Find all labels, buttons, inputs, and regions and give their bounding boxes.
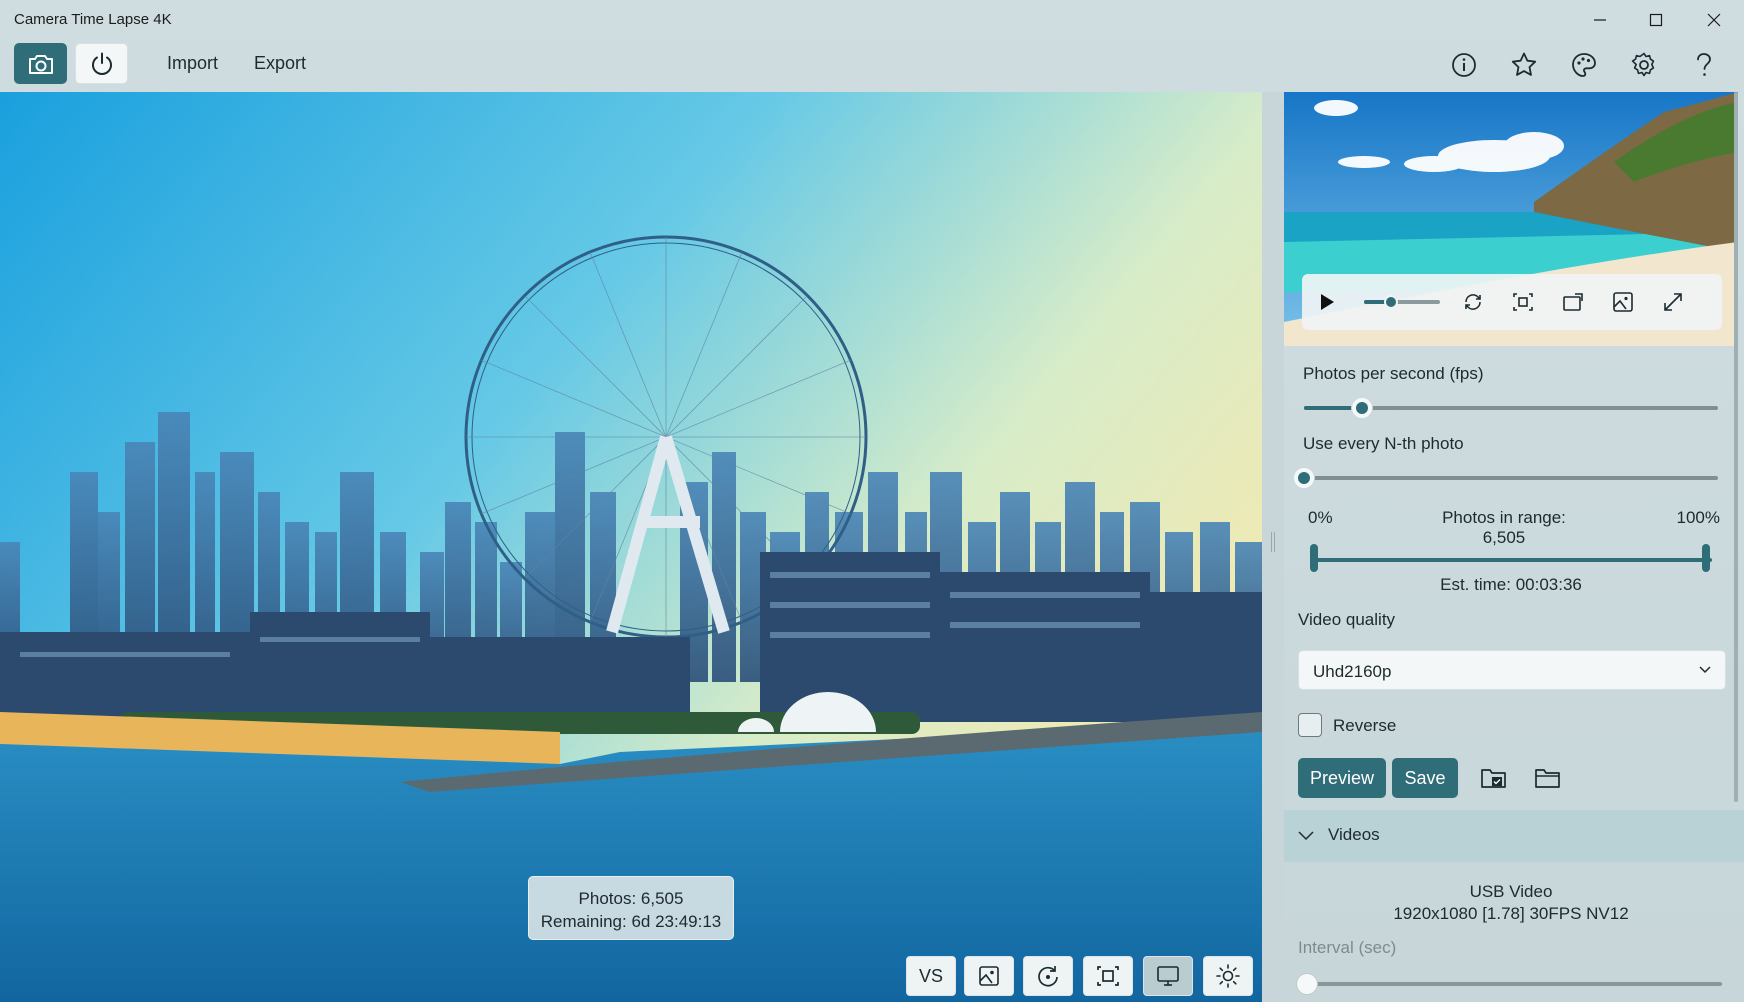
info-button[interactable] <box>1444 45 1484 85</box>
camera-view[interactable] <box>0 92 1262 1002</box>
video-preview[interactable] <box>1284 92 1738 346</box>
minimize-button[interactable] <box>1572 0 1628 40</box>
vs-button[interactable]: VS <box>906 956 956 996</box>
panel-scrollbar[interactable] <box>1734 92 1738 802</box>
frame-icon <box>1513 293 1533 311</box>
crop-button[interactable] <box>1083 956 1133 996</box>
range-end-handle[interactable] <box>1702 544 1710 572</box>
help-icon <box>1697 53 1711 76</box>
toolbar: Import Export <box>0 40 1744 92</box>
panel-splitter[interactable] <box>1262 92 1284 1002</box>
photos-in-range: Photos in range: 6,505 <box>1442 508 1566 547</box>
snapshot-preview-button[interactable] <box>1558 287 1588 317</box>
maximize-icon <box>1649 13 1663 27</box>
window-title: Camera Time Lapse 4K <box>14 11 172 28</box>
play-icon <box>1321 294 1334 310</box>
minimize-icon <box>1594 19 1606 21</box>
fit-button[interactable] <box>1508 287 1538 317</box>
preview-button[interactable]: Preview <box>1298 758 1386 798</box>
close-button[interactable] <box>1686 0 1742 40</box>
choose-folder-button[interactable] <box>1474 758 1514 798</box>
folder-check-icon <box>1481 769 1506 788</box>
reverse-label: Reverse <box>1333 716 1397 735</box>
close-icon <box>1707 13 1721 27</box>
brightness-button[interactable] <box>1203 956 1253 996</box>
range-slider-track[interactable] <box>1314 558 1712 562</box>
fps-label: Photos per second (fps) <box>1303 364 1484 383</box>
import-menu[interactable]: Import <box>167 53 218 74</box>
rotate-icon <box>1038 966 1058 987</box>
star-icon <box>1511 52 1537 76</box>
capture-status-box: Photos: 6,505 Remaining: 6d 23:49:13 <box>528 876 734 940</box>
camera-icon <box>28 54 53 74</box>
interval-slider-track[interactable] <box>1300 982 1722 986</box>
theme-button[interactable] <box>1564 45 1604 85</box>
repeat-icon <box>1465 294 1481 310</box>
interval-slider-thumb[interactable] <box>1296 973 1318 995</box>
power-icon <box>91 52 112 75</box>
export-menu[interactable]: Export <box>254 53 306 74</box>
image-icon <box>1613 292 1633 312</box>
image-icon <box>979 966 999 986</box>
remaining-time: Remaining: 6d 23:49:13 <box>540 912 722 931</box>
device-format: 1920x1080 [1.78] 30FPS NV12 <box>1393 904 1629 923</box>
expand-icon <box>1664 293 1682 311</box>
nth-slider-track[interactable] <box>1304 476 1718 480</box>
nth-slider-thumb[interactable] <box>1293 467 1315 489</box>
favorite-button[interactable] <box>1504 45 1544 85</box>
help-button[interactable] <box>1684 45 1724 85</box>
info-icon <box>1452 53 1476 77</box>
fps-slider-thumb[interactable] <box>1350 397 1373 419</box>
device-name: USB Video <box>1469 882 1553 901</box>
splitter-grip[interactable] <box>1271 532 1275 552</box>
video-quality-select[interactable]: Uhd2160p <box>1298 650 1726 690</box>
estimated-time: Est. time: 00:03:36 <box>1440 575 1582 594</box>
snapshot-button[interactable] <box>964 956 1014 996</box>
interval-label: Interval (sec) <box>1298 938 1397 957</box>
settings-button[interactable] <box>1624 45 1664 85</box>
camera-image <box>0 92 1262 1002</box>
play-button[interactable] <box>1312 287 1342 317</box>
palette-icon <box>1572 53 1596 77</box>
timelapse-panel: Photos per second (fps) Use every N-th p… <box>1284 92 1744 1002</box>
monitor-button[interactable] <box>1143 956 1193 996</box>
chevron-down-icon <box>1699 666 1711 674</box>
nth-photo-label: Use every N-th photo <box>1303 434 1464 453</box>
video-quality-label: Video quality <box>1298 610 1396 629</box>
app-window: Camera Time Lapse 4K Import Export Photo… <box>0 0 1744 1002</box>
screenshot-icon <box>1563 293 1583 311</box>
folder-icon <box>1535 769 1560 788</box>
range-start-handle[interactable] <box>1310 544 1318 572</box>
range-min-label: 0% <box>1308 508 1333 527</box>
video-quality-value: Uhd2160p <box>1313 662 1392 681</box>
camera-mode-button[interactable] <box>14 43 67 84</box>
maximize-button[interactable] <box>1628 0 1684 40</box>
frame-icon <box>1097 966 1119 986</box>
fullscreen-button[interactable] <box>1658 287 1688 317</box>
player-controls <box>1302 274 1722 330</box>
sun-icon <box>1216 964 1240 988</box>
photos-count: Photos: 6,505 <box>578 889 684 908</box>
chevron-down-icon <box>1298 831 1314 841</box>
volume-thumb[interactable] <box>1383 295 1398 309</box>
rotate-button[interactable] <box>1023 956 1073 996</box>
monitor-icon <box>1157 966 1179 986</box>
power-button[interactable] <box>75 43 128 84</box>
loop-button[interactable] <box>1458 287 1488 317</box>
open-folder-button[interactable] <box>1528 758 1568 798</box>
videos-section-header[interactable]: Videos <box>1284 810 1744 862</box>
image-button[interactable] <box>1608 287 1638 317</box>
save-button[interactable]: Save <box>1392 758 1458 798</box>
videos-section-title: Videos <box>1328 825 1380 844</box>
reverse-checkbox[interactable] <box>1298 713 1322 737</box>
title-bar: Camera Time Lapse 4K <box>0 0 1744 40</box>
gear-icon <box>1631 52 1655 77</box>
range-max-label: 100% <box>1676 508 1720 527</box>
